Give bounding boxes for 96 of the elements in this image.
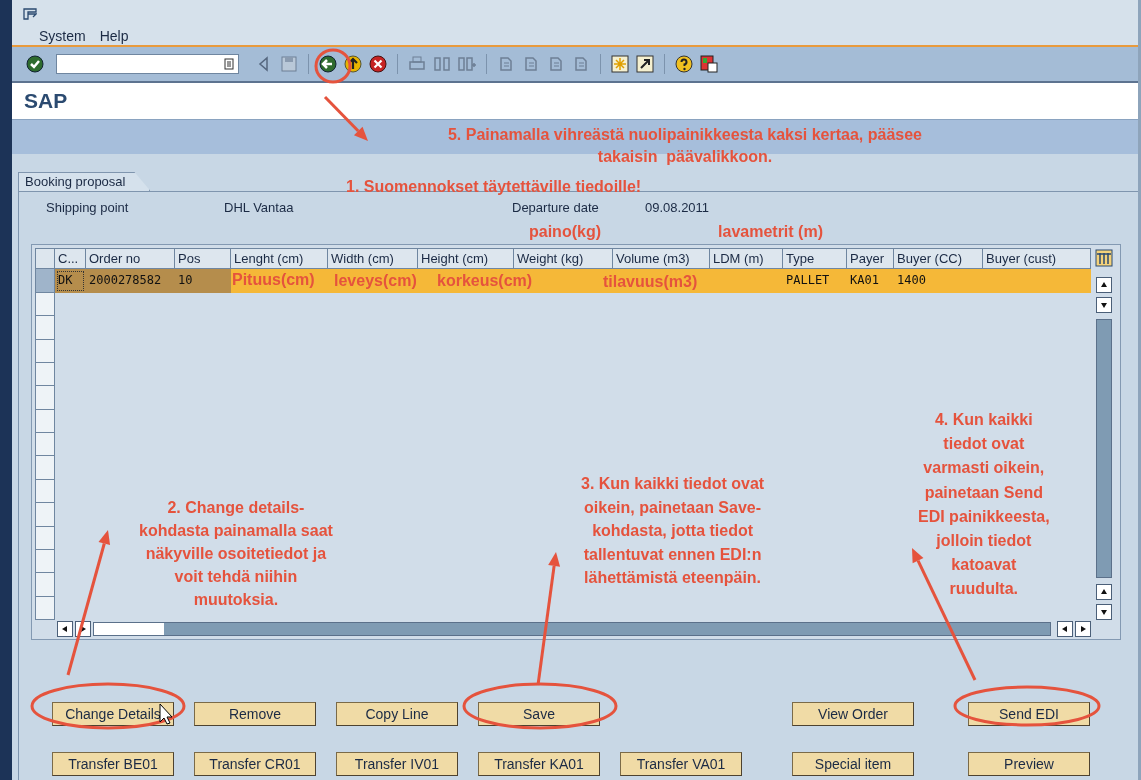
down-triangle-icon xyxy=(1100,301,1108,309)
back-icon[interactable] xyxy=(318,54,338,74)
up-triangle-icon xyxy=(1100,281,1108,289)
annotation-text: 5. Painamalla vihreästä nuolipainikkeesta kaksi kertaa, pääsee takaisin päävalikkoon. xyxy=(446,125,923,167)
menu-item[interactable]: System xyxy=(39,28,86,44)
column-header[interactable]: Type xyxy=(783,248,847,270)
row-selector[interactable] xyxy=(35,292,55,317)
cancel-icon[interactable] xyxy=(368,54,388,74)
column-header[interactable]: C... xyxy=(55,248,86,270)
action-button[interactable]: Copy Line xyxy=(336,702,458,726)
left-triangle-icon xyxy=(61,625,69,633)
annotation-text: korkeus(cm) xyxy=(437,272,533,291)
column-header[interactable]: Buyer (CC) xyxy=(894,248,983,270)
action-button[interactable]: Save xyxy=(478,702,600,726)
row-selector[interactable] xyxy=(35,386,55,410)
scroll-right-button[interactable] xyxy=(1075,621,1091,637)
row-selector[interactable] xyxy=(35,573,55,597)
find-next-icon[interactable] xyxy=(457,54,477,74)
find-icon[interactable] xyxy=(432,54,452,74)
select-all-cell[interactable] xyxy=(35,248,55,270)
table-cell: DK xyxy=(55,269,86,293)
highlight-ellipse xyxy=(314,48,352,84)
scroll-down-button[interactable] xyxy=(1096,604,1112,620)
table-cell: 2000278582 xyxy=(86,269,175,293)
command-field[interactable] xyxy=(56,54,239,74)
table-cell-text: PALLET xyxy=(785,272,831,290)
left-triangle-icon xyxy=(1061,625,1069,633)
help-icon[interactable] xyxy=(674,54,694,74)
action-button[interactable]: Remove xyxy=(194,702,316,726)
column-header[interactable]: LDM (m) xyxy=(710,248,783,270)
shortcut-icon[interactable] xyxy=(635,54,655,74)
column-header[interactable]: Volume (m3) xyxy=(613,248,710,270)
column-header[interactable]: Weight (kg) xyxy=(514,248,613,270)
scroll-left-button[interactable] xyxy=(57,621,73,637)
mouse-pointer-icon xyxy=(159,703,173,725)
table-cell-text: KA01 xyxy=(849,272,880,290)
enter-check-icon[interactable] xyxy=(25,54,45,74)
row-selector[interactable] xyxy=(35,503,55,527)
right-triangle-icon xyxy=(1079,625,1087,633)
scroll-down-button[interactable] xyxy=(1096,297,1112,313)
window-menu-icon[interactable] xyxy=(23,8,37,20)
annotation-text: 4. Kun kaikki tiedot ovat varmasti oikein, painetaan Send EDI painikkeesta, jolloin tiedot katoavat ruudulta. xyxy=(918,410,1050,600)
layout-icon[interactable] xyxy=(699,54,719,74)
annotation-text: Pituus(cm) xyxy=(232,271,315,290)
action-button[interactable]: Transfer CR01 xyxy=(194,752,316,776)
row-selector[interactable] xyxy=(35,433,55,457)
scroll-up-button[interactable] xyxy=(1096,584,1112,600)
row-selector[interactable] xyxy=(35,456,55,480)
row-selector[interactable] xyxy=(35,339,55,363)
row-selector[interactable] xyxy=(35,409,55,434)
column-header[interactable]: Width (cm) xyxy=(328,248,418,270)
column-header[interactable]: Height (cm) xyxy=(418,248,514,270)
row-selector[interactable] xyxy=(35,362,55,387)
annotation-text: 2. Change details- kohdasta painamalla saat näkyville osoitetiedot ja voit tehdä niihin muutoksia. xyxy=(139,498,333,610)
vertical-scrollbar[interactable] xyxy=(1096,319,1112,578)
column-header[interactable]: Pos xyxy=(175,248,231,270)
column-header[interactable]: Buyer (cust) xyxy=(983,248,1091,270)
row-selector[interactable] xyxy=(35,269,55,293)
annotation-text: paino(kg) xyxy=(528,222,602,242)
action-button[interactable]: Transfer VA01 xyxy=(620,752,742,776)
new-session-icon[interactable] xyxy=(610,54,630,74)
action-button[interactable]: View Order xyxy=(792,702,914,726)
column-layout-icon[interactable] xyxy=(1095,249,1113,267)
scroll-up-button[interactable] xyxy=(1096,277,1112,293)
annotation-text: leveys(cm) xyxy=(334,272,417,291)
column-header[interactable]: Payer xyxy=(847,248,894,270)
row-selector[interactable] xyxy=(35,479,55,504)
field-value: DHL Vantaa xyxy=(224,200,295,217)
field-label: Departure date xyxy=(512,200,600,217)
screen-title: SAP xyxy=(24,89,68,113)
up-triangle-icon xyxy=(1100,588,1108,596)
row-selector[interactable] xyxy=(35,549,55,574)
table-cell: 10 xyxy=(175,269,231,293)
table-cell-text: 1400 xyxy=(896,272,927,290)
horizontal-scrollbar[interactable] xyxy=(93,622,1051,636)
action-button[interactable]: Special item xyxy=(792,752,914,776)
menu-item[interactable]: Help xyxy=(99,28,129,44)
field-label: Shipping point xyxy=(46,200,130,217)
row-selector[interactable] xyxy=(35,316,55,340)
action-button[interactable]: Transfer IV01 xyxy=(336,752,458,776)
right-triangle-icon xyxy=(79,625,87,633)
scroll-left-button[interactable] xyxy=(1057,621,1073,637)
row-selector[interactable] xyxy=(35,526,55,550)
pointer-arrow xyxy=(323,95,368,141)
action-button[interactable]: Preview xyxy=(968,752,1090,776)
column-header[interactable]: Order no xyxy=(86,248,175,270)
column-header[interactable]: Lenght (cm) xyxy=(231,248,328,270)
action-button[interactable]: Transfer BE01 xyxy=(52,752,174,776)
history-list-icon[interactable] xyxy=(224,58,234,70)
action-button[interactable]: Transfer KA01 xyxy=(478,752,600,776)
down-triangle-icon xyxy=(1100,608,1108,616)
annotation-text: lavametrit (m) xyxy=(717,222,824,242)
field-value: 09.08.2011 xyxy=(645,200,711,217)
annotation-text: tilavuus(m3) xyxy=(603,273,698,292)
table-row[interactable]: DK 2000278582 10 Pituus(cm) leveys(cm) korkeus(cm) tilavuus(m3) PALLET KA01 1400 xyxy=(35,269,1091,293)
annotation-text: 3. Kun kaikki tiedot ovat oikein, painetaan Save- kohdasta, jotta tiedot tallentuvat ennen EDI:n lähettämistä eteenpäin. xyxy=(581,474,765,588)
